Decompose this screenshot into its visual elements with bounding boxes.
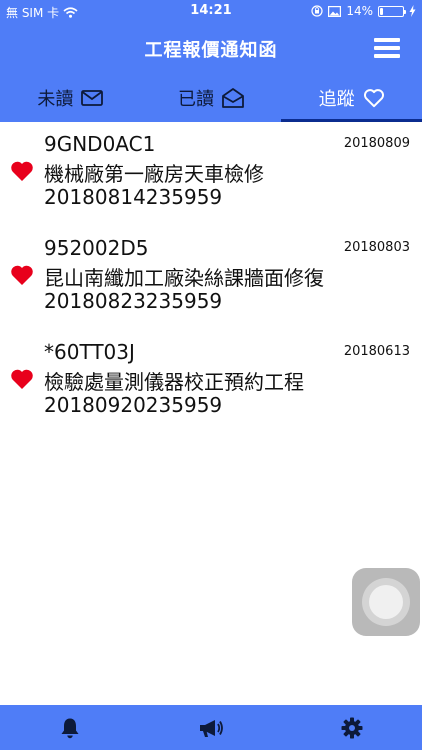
tab-bar: 未讀 已讀 追蹤 bbox=[0, 74, 422, 122]
gear-icon bbox=[341, 717, 363, 738]
item-date: 20180613 bbox=[343, 344, 410, 359]
envelope-open-icon bbox=[222, 88, 244, 108]
item-code: 952002D5 bbox=[44, 236, 149, 260]
item-name: 機械廠第一廠房天車檢修 bbox=[44, 162, 264, 186]
battery-percent: 14% bbox=[346, 4, 373, 18]
tab-tracking-label: 追蹤 bbox=[318, 89, 355, 110]
status-bar: 無 SIM 卡 14:21 14% bbox=[0, 0, 422, 22]
item-code: *60TT03J bbox=[44, 340, 135, 364]
menu-bar bbox=[374, 38, 400, 42]
item-name: 昆山南纖加工廠染絲課牆面修復 bbox=[44, 266, 324, 290]
heart-outline-icon bbox=[363, 89, 384, 108]
envelope-closed-icon bbox=[81, 90, 104, 106]
heart-filled-icon[interactable] bbox=[10, 264, 34, 286]
rotation-lock-icon bbox=[311, 5, 323, 17]
item-code: 9GND0AC1 bbox=[44, 132, 156, 156]
list-item[interactable]: *60TT03J 20180613 檢驗處量測儀器校正預約工程 20180920… bbox=[0, 330, 422, 434]
hamburger-menu-icon[interactable] bbox=[374, 38, 400, 58]
app-header: 工程報價通知函 bbox=[0, 22, 422, 74]
list-item[interactable]: 9GND0AC1 20180809 機械廠第一廠房天車檢修 2018081423… bbox=[0, 122, 422, 226]
heart-filled-icon[interactable] bbox=[10, 368, 34, 390]
tracked-list: 9GND0AC1 20180809 機械廠第一廠房天車檢修 2018081423… bbox=[0, 122, 422, 434]
bottom-nav bbox=[0, 705, 422, 750]
menu-bar bbox=[374, 46, 400, 50]
battery-icon bbox=[378, 5, 406, 17]
assistive-touch-core bbox=[369, 585, 403, 619]
status-right: 14% bbox=[311, 4, 416, 18]
nav-notifications[interactable] bbox=[0, 705, 141, 750]
battery-level bbox=[380, 7, 383, 15]
assistive-touch-button[interactable] bbox=[352, 568, 420, 636]
item-date: 20180809 bbox=[343, 136, 410, 151]
page-title: 工程報價通知函 bbox=[144, 40, 278, 61]
item-deadline: 20180823235959 bbox=[44, 289, 223, 313]
nav-settings[interactable] bbox=[281, 705, 422, 750]
menu-bar bbox=[374, 54, 400, 58]
tab-unread-label: 未讀 bbox=[37, 89, 74, 110]
tab-unread[interactable]: 未讀 bbox=[0, 74, 141, 122]
list-item[interactable]: 952002D5 20180803 昆山南纖加工廠染絲課牆面修復 2018082… bbox=[0, 226, 422, 330]
item-date: 20180803 bbox=[343, 240, 410, 255]
item-name: 檢驗處量測儀器校正預約工程 bbox=[44, 370, 304, 394]
item-deadline: 20180920235959 bbox=[44, 393, 223, 417]
bell-icon bbox=[61, 718, 79, 738]
megaphone-icon bbox=[200, 719, 223, 737]
tab-read[interactable]: 已讀 bbox=[141, 74, 282, 122]
nav-announcements[interactable] bbox=[141, 705, 282, 750]
item-deadline: 20180814235959 bbox=[44, 185, 223, 209]
tab-tracking[interactable]: 追蹤 bbox=[281, 74, 422, 122]
tab-read-label: 已讀 bbox=[178, 89, 214, 110]
heart-filled-icon[interactable] bbox=[10, 160, 34, 182]
photo-icon bbox=[328, 5, 342, 17]
charging-bolt-icon bbox=[409, 5, 416, 17]
